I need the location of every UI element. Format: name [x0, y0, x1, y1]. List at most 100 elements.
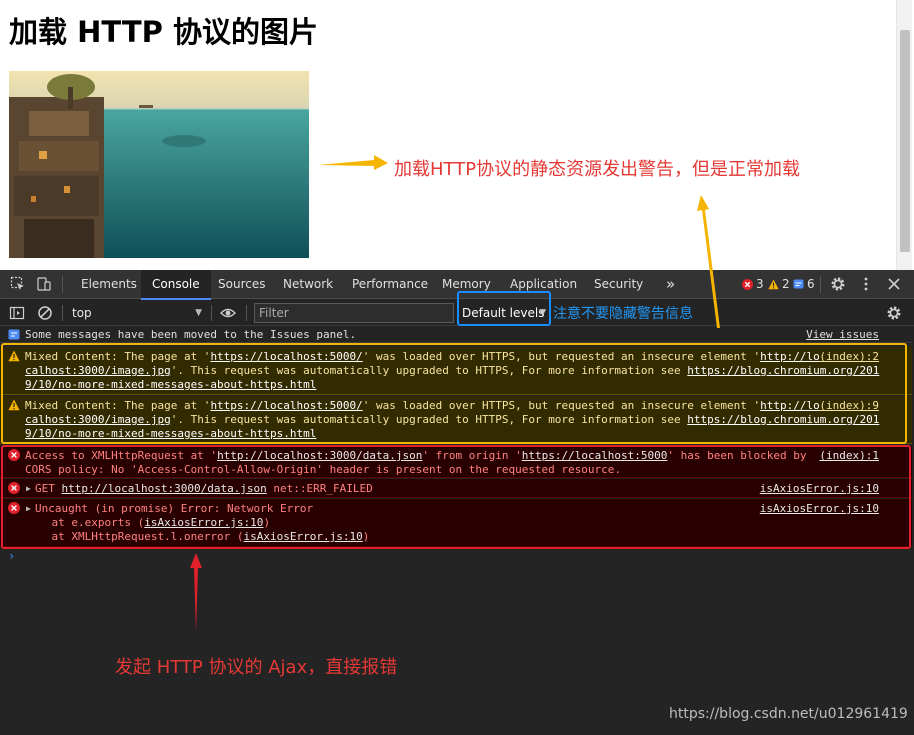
warning-line: calhost:3000/image.jpg'. This request wa…	[25, 364, 880, 377]
context-select[interactable]: top ▼	[66, 304, 206, 322]
stack-frame: at XMLHttpRequest.l.onerror (isAxiosErro…	[25, 530, 370, 543]
tab-performance[interactable]: Performance	[341, 270, 439, 299]
tab-sources[interactable]: Sources	[207, 270, 276, 299]
error-icon	[8, 502, 20, 514]
log-levels-select[interactable]: Default levels ▼	[459, 303, 549, 323]
tabbar-divider	[62, 276, 63, 293]
image-url-link[interactable]: calhost:3000/image.jpg	[25, 364, 171, 377]
expand-triangle-icon[interactable]: ▶	[26, 482, 31, 496]
tab-security[interactable]: Security	[583, 270, 654, 299]
filterbar-divider	[62, 305, 63, 321]
source-link[interactable]: (index):2	[819, 350, 879, 364]
http-image	[9, 71, 309, 258]
inspect-element-icon[interactable]	[10, 276, 26, 292]
warning-line: calhost:3000/image.jpg'. This request wa…	[25, 413, 880, 426]
chevron-down-icon: ▼	[539, 308, 546, 318]
issues-count: 6	[807, 277, 815, 291]
error-icon	[8, 482, 20, 494]
warning-line: Mixed Content: The page at 'https://loca…	[25, 350, 820, 363]
cors-error: Access to XMLHttpRequest at 'http://loca…	[0, 446, 912, 478]
error-line: Uncaught (in promise) Error: Network Err…	[35, 502, 314, 515]
error-line: GET http://localhost:3000/data.json net:…	[35, 482, 373, 495]
source-link[interactable]: isAxiosError.js:10	[760, 502, 879, 516]
data-json-link[interactable]: http://localhost:3000/data.json	[62, 482, 267, 495]
device-toolbar-icon[interactable]	[36, 276, 52, 292]
image-url-link[interactable]: calhost:3000/image.jpg	[25, 413, 171, 426]
stack-source-link[interactable]: isAxiosError.js:10	[244, 530, 363, 543]
csdn-watermark: https://blog.csdn.net/u012961419	[669, 706, 908, 722]
console-filterbar: top ▼ Filter Default levels ▼	[0, 300, 914, 326]
page-url-link[interactable]: https://localhost:5000/	[210, 350, 362, 363]
warning-counter[interactable]: 2	[768, 270, 790, 299]
error-counter[interactable]: 3	[742, 270, 764, 299]
origin-link[interactable]: https://localhost:5000	[522, 449, 668, 462]
page-scrollbar[interactable]	[896, 0, 912, 270]
levels-annotation: 注意不要隐藏警告信息	[553, 306, 693, 322]
stack-frame: at e.exports (isAxiosError.js:10)	[25, 516, 271, 529]
tabbar-divider	[820, 276, 821, 293]
warning-icon	[8, 399, 20, 411]
tab-console[interactable]: Console	[141, 270, 211, 300]
error-line: Access to XMLHttpRequest at 'http://loca…	[25, 449, 807, 462]
issues-icon	[8, 329, 20, 340]
console-settings-gear-icon[interactable]	[886, 305, 902, 321]
close-devtools-icon[interactable]	[886, 276, 902, 292]
warning-line: 9/10/no-more-mixed-messages-about-https.…	[25, 427, 316, 441]
issues-counter[interactable]: 6	[793, 270, 815, 299]
warning-line: 9/10/no-more-mixed-messages-about-https.…	[25, 378, 316, 392]
chromium-blog-link[interactable]: https://blog.chromium.org/201	[687, 364, 879, 377]
sidebar-toggle-icon[interactable]	[9, 305, 25, 321]
illustration-house-over-sea	[9, 71, 309, 258]
mixed-content-warning: Mixed Content: The page at 'https://loca…	[0, 347, 912, 395]
view-issues-link[interactable]: View issues	[806, 328, 879, 342]
live-expression-eye-icon[interactable]	[220, 305, 236, 321]
image-url-link[interactable]: http://lo	[760, 350, 820, 363]
warning-line: Mixed Content: The page at 'https://loca…	[25, 399, 820, 412]
warning-count: 2	[782, 277, 790, 291]
chromium-blog-link[interactable]: https://blog.chromium.org/201	[687, 413, 879, 426]
source-link[interactable]: (index):1	[819, 449, 879, 463]
issues-notice-text: Some messages have been moved to the Iss…	[25, 328, 357, 341]
log-levels-value: Default levels	[462, 306, 545, 320]
tab-elements[interactable]: Elements	[70, 270, 148, 299]
page-viewport: 加载 HTTP 协议的图片	[0, 0, 914, 270]
issues-notice-row: Some messages have been moved to the Iss…	[0, 327, 912, 343]
uncaught-network-error[interactable]: ▶ Uncaught (in promise) Error: Network E…	[0, 499, 912, 547]
clear-console-icon[interactable]	[37, 305, 53, 321]
image-url-link[interactable]: http://lo	[760, 399, 820, 412]
warning-icon	[768, 279, 779, 290]
page-scrollbar-thumb[interactable]	[900, 30, 910, 252]
chromium-blog-link[interactable]: 9/10/no-more-mixed-messages-about-https.…	[25, 427, 316, 440]
tab-memory[interactable]: Memory	[431, 270, 502, 299]
context-select-value: top	[72, 306, 92, 320]
expand-triangle-icon[interactable]: ▶	[26, 502, 31, 516]
page-heading: 加载 HTTP 协议的图片	[9, 15, 318, 49]
devtools-tabbar: Elements Console Sources Network Perform…	[0, 270, 914, 300]
console-prompt[interactable]: ›	[8, 549, 15, 563]
issues-icon	[793, 279, 804, 289]
source-link[interactable]: (index):9	[819, 399, 879, 413]
error-icon	[742, 279, 753, 290]
tab-network[interactable]: Network	[272, 270, 344, 299]
get-failed-error[interactable]: ▶ GET http://localhost:3000/data.json ne…	[0, 479, 912, 498]
chevron-down-icon: ▼	[195, 308, 202, 318]
mixed-content-warning: Mixed Content: The page at 'https://loca…	[0, 396, 912, 444]
error-line: CORS policy: No 'Access-Control-Allow-Or…	[25, 463, 622, 476]
filter-input[interactable]: Filter	[254, 303, 454, 323]
error-count: 3	[756, 277, 764, 291]
filterbar-divider	[211, 305, 212, 321]
page-url-link[interactable]: https://localhost:5000/	[210, 399, 362, 412]
chromium-blog-link[interactable]: 9/10/no-more-mixed-messages-about-https.…	[25, 378, 316, 391]
stack-source-link[interactable]: isAxiosError.js:10	[144, 516, 263, 529]
error-icon	[8, 449, 20, 461]
tab-application[interactable]: Application	[499, 270, 588, 299]
warning-icon	[8, 350, 20, 362]
filterbar-divider	[246, 305, 247, 321]
settings-gear-icon[interactable]	[830, 276, 846, 292]
more-tabs-button[interactable]: »	[655, 270, 686, 299]
image-loaded-annotation: 加载HTTP协议的静态资源发出警告，但是正常加载	[394, 159, 801, 180]
data-json-link[interactable]: http://localhost:3000/data.json	[217, 449, 422, 462]
more-options-kebab-icon[interactable]	[858, 276, 874, 292]
ajax-error-annotation: 发起 HTTP 协议的 Ajax，直接报错	[115, 657, 398, 678]
source-link[interactable]: isAxiosError.js:10	[760, 482, 879, 496]
